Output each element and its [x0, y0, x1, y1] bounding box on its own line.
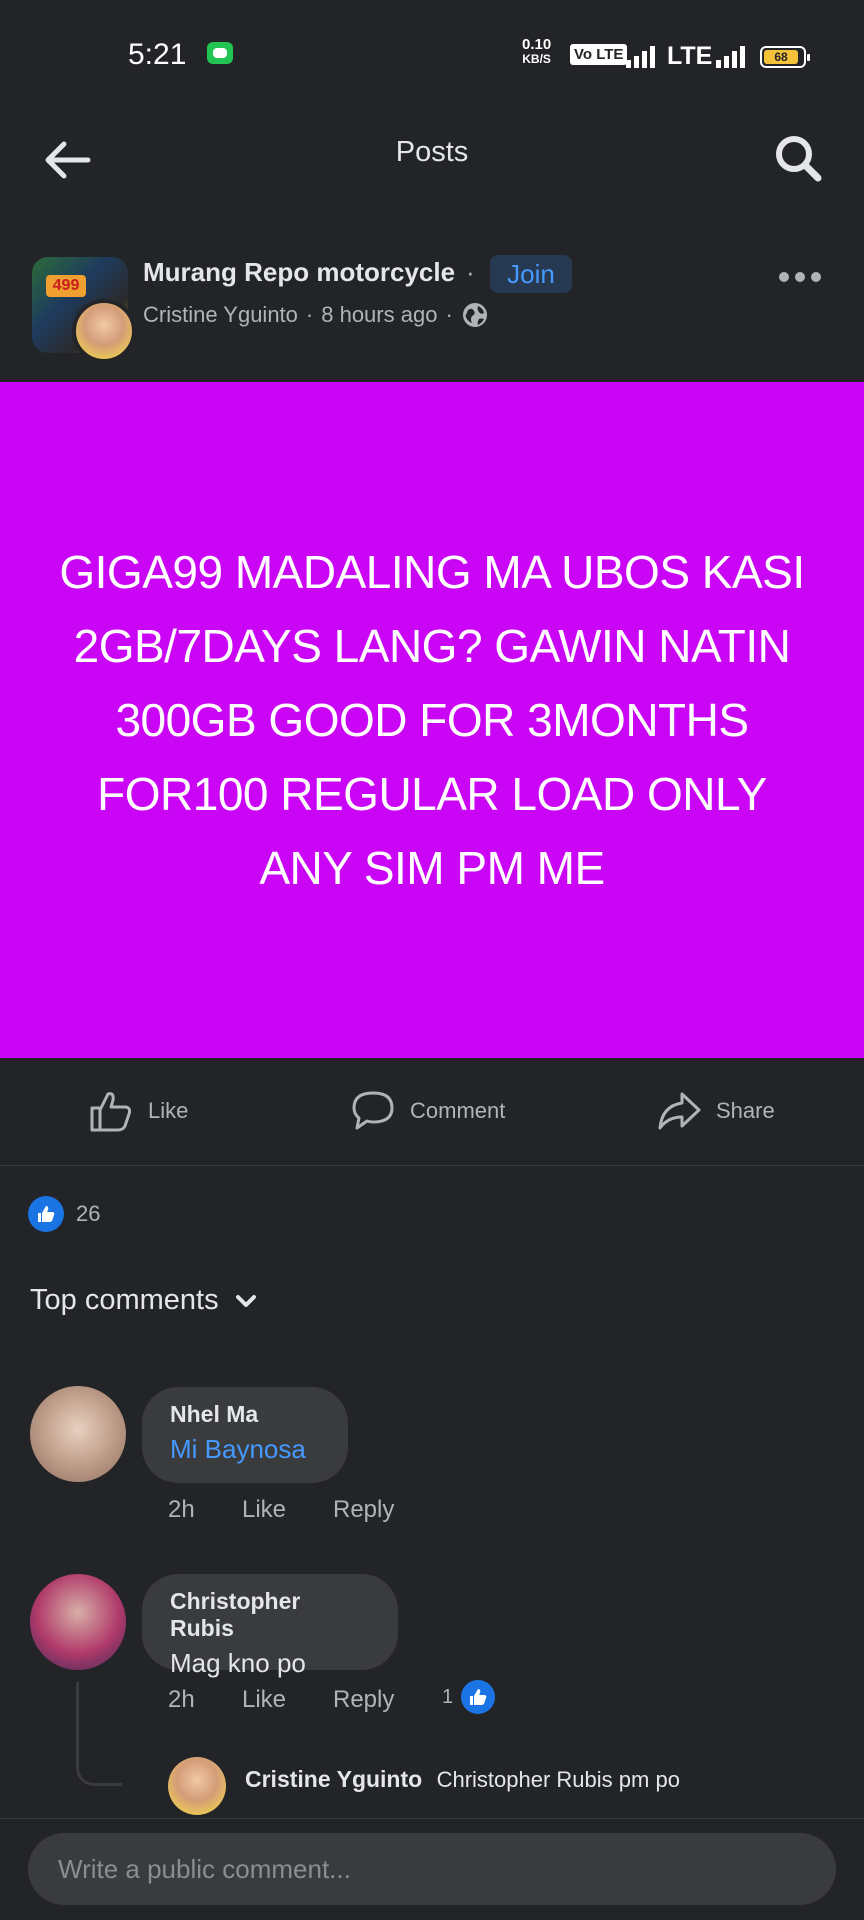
author-avatar[interactable] [72, 299, 136, 363]
top-bar: Posts [0, 110, 864, 220]
post-actions: Like Comment Share [0, 1058, 864, 1166]
share-button[interactable]: Share [656, 1088, 775, 1134]
comment-time: 2h [168, 1686, 195, 1713]
page-title: Posts [395, 136, 469, 168]
commenter-name[interactable]: Christopher Rubis [170, 1588, 370, 1642]
author-name[interactable]: Cristine Yguinto [143, 302, 298, 328]
comment-text[interactable]: Mi Baynosa [170, 1434, 320, 1465]
signal-icon-1 [626, 44, 655, 68]
comment-like-button[interactable]: Like [242, 1686, 286, 1714]
separator-dot: · [305, 302, 314, 327]
comment-meta: 2h Like Reply [168, 1496, 408, 1526]
globe-icon [462, 303, 487, 327]
reaction-count: 26 [76, 1201, 101, 1226]
status-bar: 5:21 0.10 KB/S Vo LTE LTE 68 [0, 0, 864, 110]
network-speed-value: 0.10 [522, 36, 552, 53]
comment-button[interactable]: Comment [350, 1088, 505, 1134]
comment-input[interactable]: Write a public comment... [28, 1833, 836, 1905]
like-reaction-icon [28, 1196, 64, 1232]
lte-label: LTE [667, 42, 713, 70]
comment-meta: 2h Like Reply 1 [168, 1678, 508, 1722]
post-time[interactable]: 8 hours ago [321, 302, 437, 328]
chevron-down-icon [235, 1294, 256, 1307]
reactions-summary[interactable]: 26 [28, 1196, 100, 1232]
commenter-avatar[interactable] [30, 1386, 126, 1482]
share-icon [658, 1092, 701, 1130]
comment-sort-label: Top comments [30, 1284, 219, 1316]
comment-bubble[interactable]: Christopher Rubis Mag kno po [142, 1574, 398, 1678]
post-text: GIGA99 MADALING MA UBOS KASI 2GB/7DAYS L… [59, 546, 805, 894]
like-reaction-icon [459, 1678, 498, 1716]
comment-reaction-count[interactable]: 1 [442, 1678, 498, 1716]
signal-icon-2 [716, 44, 745, 68]
comment-label: Comment [410, 1098, 506, 1123]
volte-badge: Vo LTE [570, 44, 628, 65]
battery-level: 68 [764, 50, 798, 64]
more-options-icon[interactable] [778, 269, 822, 285]
comment-icon [352, 1091, 394, 1130]
comment-reply-button[interactable]: Reply [333, 1686, 394, 1714]
separator-dot: · [466, 257, 475, 287]
reply-text: Christopher Rubis pm po [436, 1767, 680, 1792]
thumbs-up-icon [90, 1092, 132, 1132]
comment-like-button[interactable]: Like [242, 1496, 286, 1524]
reply-avatar[interactable] [168, 1757, 226, 1815]
post-header: 499 Murang Repo motorcycle · Join Cristi… [0, 245, 864, 365]
comment-text: Mag kno po [170, 1648, 306, 1678]
post-meta: Cristine Yguinto · 8 hours ago · [143, 301, 489, 329]
group-name[interactable]: Murang Repo motorcycle [143, 257, 455, 288]
reply-preview[interactable]: Cristine Yguinto Christopher Rubis pm po [245, 1766, 680, 1793]
comment-bubble[interactable]: Nhel Ma Mi Baynosa [142, 1387, 348, 1483]
comment-reply-button[interactable]: Reply [333, 1496, 394, 1524]
join-button[interactable]: Join [490, 255, 572, 293]
comment-time: 2h [168, 1496, 195, 1523]
comment-reaction-number: 1 [442, 1685, 454, 1708]
share-label: Share [716, 1098, 775, 1123]
search-icon[interactable] [770, 130, 826, 186]
commenter-avatar[interactable] [30, 1574, 126, 1670]
group-avatar-badge: 499 [46, 275, 86, 297]
network-speed: 0.10 KB/S [522, 36, 552, 66]
comment-sort-dropdown[interactable]: Top comments [30, 1284, 259, 1317]
reply-thread-line [76, 1682, 122, 1786]
separator-dot: · [445, 302, 453, 327]
comment-composer-bar: Write a public comment... [0, 1818, 864, 1920]
message-notification-icon [207, 42, 233, 64]
network-speed-unit: KB/S [522, 52, 551, 66]
status-time: 5:21 [128, 38, 187, 71]
commenter-name[interactable]: Nhel Ma [170, 1401, 320, 1428]
post-content-banner[interactable]: GIGA99 MADALING MA UBOS KASI 2GB/7DAYS L… [0, 382, 864, 1058]
battery-icon: 68 [760, 46, 810, 68]
reply-author: Cristine Yguinto [245, 1766, 423, 1792]
like-button[interactable]: Like [88, 1088, 188, 1134]
like-label: Like [148, 1098, 189, 1123]
